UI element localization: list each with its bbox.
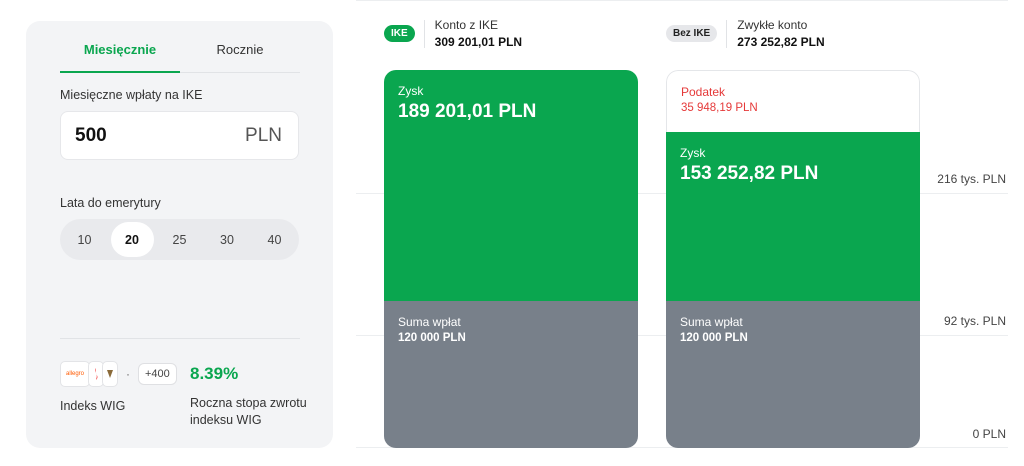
year-option-30[interactable]: 30 <box>206 222 249 257</box>
ike-deposits-label: Suma wpłat <box>398 315 461 329</box>
regular-total: 273 252,82 PLN <box>737 35 825 49</box>
years-label: Lata do emerytury <box>60 196 161 210</box>
allegro-logo: allegro <box>60 361 90 387</box>
year-option-10[interactable]: 10 <box>63 222 106 257</box>
regular-tax-label: Podatek <box>681 85 726 99</box>
year-option-20[interactable]: 20 <box>110 222 154 257</box>
axis-label-0: 0 PLN <box>972 427 1006 441</box>
annual-return-rate: 8.39% <box>190 364 239 383</box>
ike-deposits-value: 120 000 PLN <box>398 332 466 344</box>
regular-profit-label: Zysk <box>680 146 706 160</box>
tab-yearly[interactable]: Rocznie <box>180 21 300 73</box>
regular-deposits-segment: Suma wpłat 120 000 PLN <box>666 301 920 448</box>
ike-profit-segment: Zysk 189 201,01 PLN <box>384 70 638 301</box>
regular-profit-value: 153 252,82 PLN <box>680 163 819 184</box>
regular-header: Bez IKE Zwykłe konto 273 252,82 PLN <box>666 18 825 49</box>
contribution-value[interactable]: 500 <box>75 125 107 147</box>
ike-header: IKE Konto z IKE 309 201,01 PLN <box>384 18 522 49</box>
regular-deposits-label: Suma wpłat <box>680 315 743 329</box>
regular-tax-segment: Podatek 35 948,19 PLN <box>666 70 920 132</box>
regular-profit-segment: Zysk 153 252,82 PLN <box>666 132 920 301</box>
pzu-logo <box>102 361 118 387</box>
ike-title: Konto z IKE <box>434 18 499 32</box>
ike-badge: IKE <box>384 25 415 42</box>
axis-label-216k: 216 tys. PLN <box>937 172 1006 186</box>
more-companies-badge: +400 <box>138 363 177 385</box>
ike-profit-label: Zysk <box>398 84 424 98</box>
index-name: Indeks WIG <box>60 399 126 413</box>
regular-tax-value: 35 948,19 PLN <box>681 102 758 114</box>
years-selector: 10 20 25 30 40 <box>60 219 299 260</box>
axis-label-92k: 92 tys. PLN <box>943 314 1006 328</box>
ike-column: Zysk 189 201,01 PLN Suma wpłat 120 000 P… <box>384 70 638 448</box>
year-option-40[interactable]: 40 <box>253 222 296 257</box>
logos-separator: · <box>126 367 130 381</box>
ike-header-divider <box>423 19 425 48</box>
regular-badge: Bez IKE <box>666 25 718 42</box>
contribution-unit: PLN <box>245 124 282 146</box>
contribution-input[interactable]: 500 PLN <box>60 111 299 160</box>
calculator-panel: Miesięcznie Rocznie Miesięczne wpłaty na… <box>26 21 333 448</box>
ike-deposits-segment: Suma wpłat 120 000 PLN <box>384 301 638 448</box>
regular-header-divider <box>726 19 728 48</box>
regular-title: Zwykłe konto <box>737 18 808 32</box>
regular-column: Podatek 35 948,19 PLN Zysk 153 252,82 PL… <box>666 70 920 448</box>
index-logos: allegro · +400 <box>60 361 177 387</box>
tab-monthly[interactable]: Miesięcznie <box>60 21 180 73</box>
ike-profit-value: 189 201,01 PLN <box>398 101 537 122</box>
annual-return-label: Roczna stopa zwrotu indeksu WIG <box>190 396 307 427</box>
period-tabs: Miesięcznie Rocznie <box>60 21 300 73</box>
year-option-25[interactable]: 25 <box>158 222 201 257</box>
active-tab-indicator <box>60 71 180 73</box>
ike-total: 309 201,01 PLN <box>434 35 523 49</box>
regular-deposits-value: 120 000 PLN <box>680 332 748 344</box>
contribution-label: Miesięczne wpłaty na IKE <box>60 88 203 102</box>
panel-divider <box>60 338 300 339</box>
top-border <box>356 0 1008 1</box>
